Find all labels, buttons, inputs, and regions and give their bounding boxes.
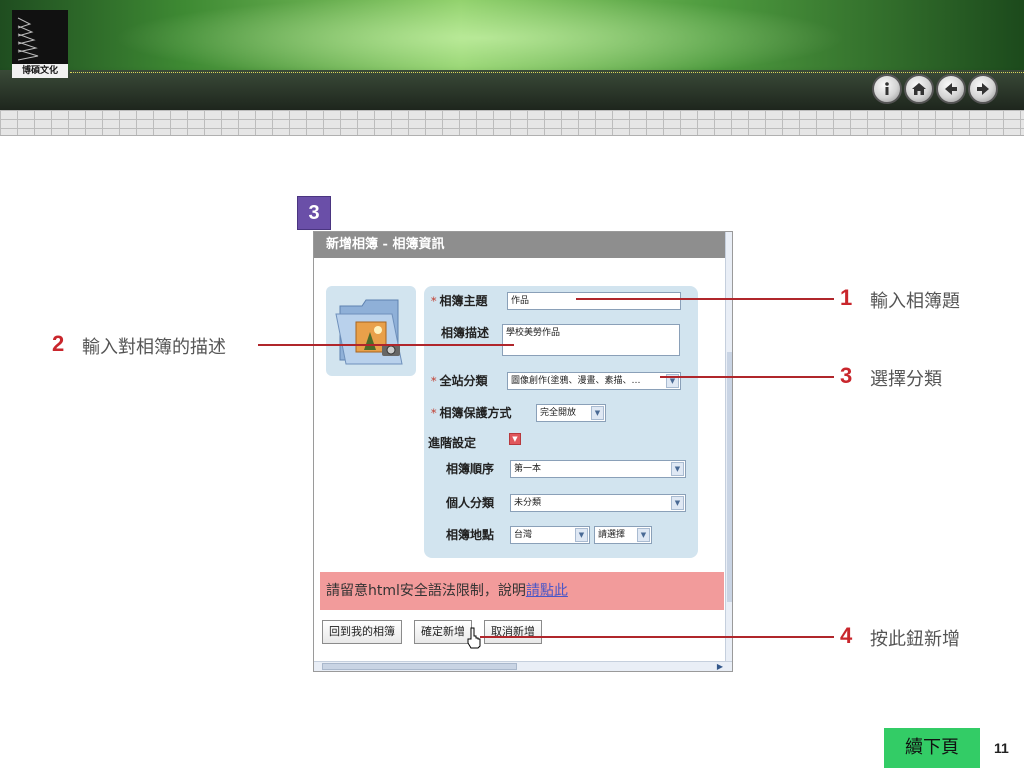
privacy-value: 完全開放 <box>540 408 577 418</box>
step-badge: 3 <box>297 196 331 230</box>
chevron-down-icon: ▼ <box>637 528 650 542</box>
next-page-button[interactable]: 續下頁 <box>884 728 980 768</box>
album-location-label: 相簿地點 <box>446 528 495 542</box>
hand-cursor-icon <box>467 627 481 649</box>
callout-text-2: 輸入對相簿的描述 <box>82 337 226 358</box>
info-icon <box>885 82 889 95</box>
horizontal-scrollbar[interactable]: ▶ <box>314 661 732 671</box>
album-icon-box <box>326 286 416 376</box>
logo-text: 博碩文化 <box>12 64 68 78</box>
callout-number-3: 3 <box>840 363 853 388</box>
callout-line-2 <box>258 344 514 346</box>
horizontal-scroll-thumb[interactable] <box>322 663 517 670</box>
notice-text: 請留意html安全語法限制，說明 <box>326 583 526 599</box>
arrow-left-icon <box>945 83 957 95</box>
callout-line-1 <box>576 298 834 300</box>
callout-text-4: 按此鈕新增 <box>870 629 960 650</box>
privacy-label: * 相簿保護方式 <box>431 404 512 421</box>
album-description-textarea[interactable]: 學校美勞作品 <box>502 324 680 356</box>
privacy-label-text: 相簿保護方式 <box>439 406 512 420</box>
grid-strip <box>0 110 1024 136</box>
album-order-select[interactable]: 第一本 ▼ <box>510 460 686 478</box>
home-icon <box>912 83 926 95</box>
site-category-label: * 全站分類 <box>431 372 488 389</box>
album-title-input[interactable]: 作品 <box>507 292 681 310</box>
advanced-settings-label: 進階設定 <box>428 436 477 450</box>
banner-dark-band <box>0 70 1024 110</box>
info-button[interactable] <box>872 74 902 104</box>
confirm-add-button[interactable]: 確定新增 <box>414 620 472 644</box>
forward-button[interactable] <box>968 74 998 104</box>
personal-category-select[interactable]: 未分類 ▼ <box>510 494 686 512</box>
site-category-label-text: 全站分類 <box>439 374 488 388</box>
site-category-value: 圖像創作(塗鴉、漫畫、素描、… <box>511 376 641 386</box>
callout-number-2: 2 <box>52 331 65 356</box>
page-number: 11 <box>994 740 1009 756</box>
chevron-down-icon: ▼ <box>575 528 588 542</box>
album-title-label-text: 相簿主題 <box>439 294 488 308</box>
required-marker: * <box>431 295 437 308</box>
callout-line-3 <box>660 376 834 378</box>
album-description-label: 相簿描述 <box>441 326 490 340</box>
banner-highlight <box>0 0 1024 70</box>
site-category-select[interactable]: 圖像創作(塗鴉、漫畫、素描、… ▼ <box>507 372 681 390</box>
header-banner: 博碩文化 <box>0 0 1024 110</box>
location-country-select[interactable]: 台灣 ▼ <box>510 526 590 544</box>
album-order-label: 相簿順序 <box>446 462 495 476</box>
form-button-row: 回到我的相簿 確定新增 取消新增 <box>322 620 542 644</box>
callout-number-1: 1 <box>840 285 853 310</box>
cancel-add-button[interactable]: 取消新增 <box>484 620 542 644</box>
callout-text-1: 輸入相簿題 <box>870 291 960 312</box>
callout-text-3: 選擇分類 <box>870 369 942 390</box>
chevron-down-icon: ▼ <box>671 462 684 476</box>
html-notice-banner: 請留意html安全語法限制，說明請點此 <box>320 572 724 610</box>
window-title: 新增相簿 - 相簿資訊 <box>314 232 728 258</box>
scroll-right-icon[interactable]: ▶ <box>715 662 725 671</box>
chevron-down-icon: ▼ <box>671 496 684 510</box>
privacy-select[interactable]: 完全開放 ▼ <box>536 404 606 422</box>
album-order-value: 第一本 <box>514 464 542 474</box>
required-marker: * <box>431 407 437 420</box>
personal-category-label: 個人分類 <box>446 496 495 510</box>
logo-graphic <box>17 17 39 61</box>
album-title-label: * 相簿主題 <box>431 292 488 309</box>
nav-buttons <box>872 74 998 104</box>
personal-category-value: 未分類 <box>514 498 542 508</box>
callout-number-4: 4 <box>840 623 853 648</box>
location-region-value: 請選擇 <box>598 530 626 540</box>
back-to-albums-button[interactable]: 回到我的相簿 <box>322 620 402 644</box>
vertical-scrollbar[interactable] <box>725 232 732 664</box>
chevron-down-icon: ▼ <box>591 406 604 420</box>
vertical-scroll-thumb[interactable] <box>727 352 732 602</box>
expand-toggle-icon[interactable]: ▼ <box>509 433 521 445</box>
logo-mark <box>12 10 68 64</box>
banner-dotted-line <box>70 72 1024 73</box>
photo-folder-icon <box>335 299 403 365</box>
location-country-value: 台灣 <box>514 530 533 540</box>
notice-help-link[interactable]: 請點此 <box>526 583 568 599</box>
home-button[interactable] <box>904 74 934 104</box>
arrow-right-icon <box>977 83 989 95</box>
required-marker: * <box>431 375 437 388</box>
location-region-select[interactable]: 請選擇 ▼ <box>594 526 652 544</box>
callout-line-4 <box>480 636 834 638</box>
back-button[interactable] <box>936 74 966 104</box>
publisher-logo: 博碩文化 <box>12 10 68 78</box>
